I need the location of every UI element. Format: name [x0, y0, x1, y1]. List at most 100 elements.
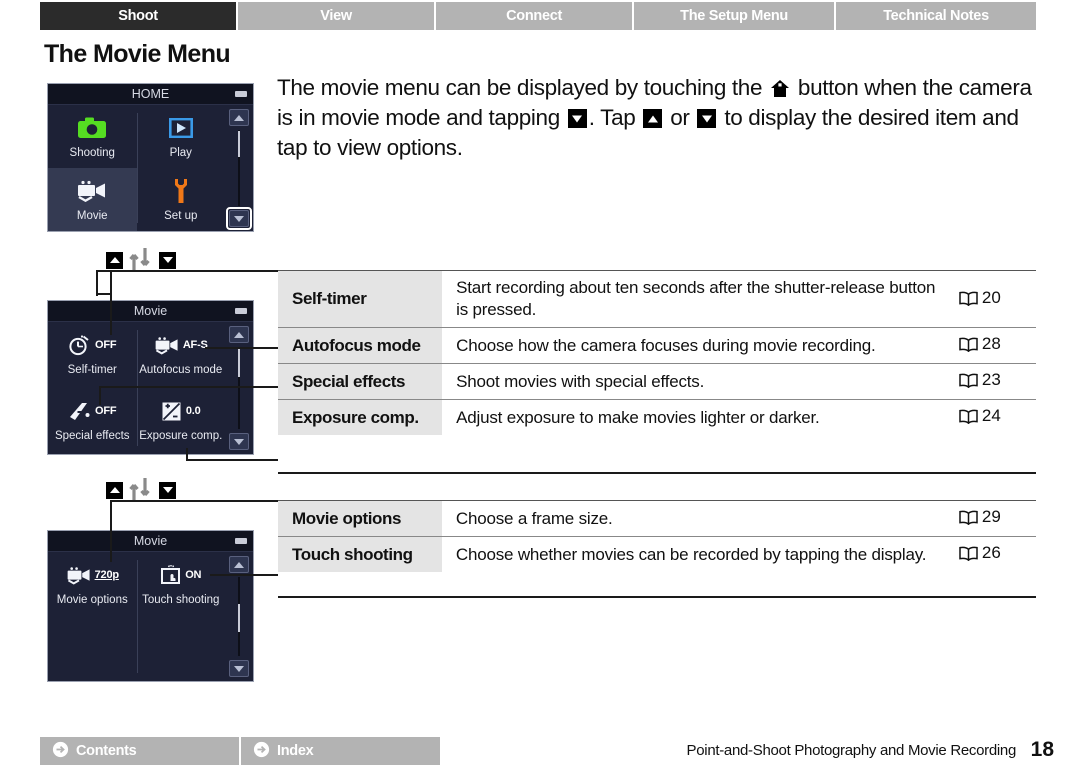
movie1-title: Movie: [133, 304, 168, 318]
home-screen-grid: Shooting Play Movie Set up: [48, 105, 225, 231]
row-page-ref[interactable]: 24: [959, 400, 1036, 436]
home-screen-title: HOME: [131, 87, 170, 101]
home-scrollbar[interactable]: [225, 105, 253, 231]
row-page-ref[interactable]: 20: [959, 271, 1036, 328]
movie1-scrollbar[interactable]: [225, 322, 253, 454]
scroll-up-button[interactable]: [229, 326, 249, 343]
row-page-ref[interactable]: 23: [959, 364, 1036, 400]
leader-line: [186, 459, 278, 461]
movie2-title: Movie: [133, 534, 168, 548]
battery-icon: [235, 91, 247, 97]
tab-the-setup-menu[interactable]: The Setup Menu: [634, 2, 835, 30]
page-title: The Movie Menu: [44, 40, 231, 68]
movie2-scrollbar[interactable]: [225, 552, 253, 681]
home-item-movie[interactable]: Movie: [48, 168, 137, 231]
book-icon: [959, 291, 978, 311]
up-button-icon: [106, 481, 123, 499]
scroll-thumb[interactable]: [238, 131, 240, 157]
table-row: Touch shooting Choose whether movies can…: [278, 536, 1036, 573]
scroll-thumb[interactable]: [238, 604, 240, 632]
row-name: Exposure comp.: [278, 399, 443, 435]
movie2-title-bar: Movie: [48, 531, 253, 552]
tab-label: The Setup Menu: [680, 8, 788, 24]
triangle-down-icon: [234, 665, 244, 672]
row-name: Touch shooting: [278, 536, 442, 572]
camera-icon: [77, 113, 107, 143]
movie1-body: OFF Self-timer AF-S Autofocus mode OFF S…: [48, 322, 253, 454]
movie1-item-label: Exposure comp.: [139, 430, 223, 442]
contents-label: Contents: [76, 743, 137, 759]
down-button-icon: [697, 109, 717, 128]
effects-icon: OFF: [68, 396, 117, 426]
home-screen-body: Shooting Play Movie Set up: [48, 105, 253, 231]
tab-shoot[interactable]: Shoot: [40, 2, 237, 30]
row-page-ref[interactable]: 26: [959, 537, 1036, 573]
tab-label: Technical Notes: [883, 8, 989, 24]
tab-technical-notes[interactable]: Technical Notes: [836, 2, 1036, 30]
tab-label: Shoot: [118, 8, 158, 24]
movie1-item-exposure-comp[interactable]: 0.0 Exposure comp.: [137, 388, 226, 454]
battery-icon: [235, 538, 247, 544]
row-description: Choose how the camera focuses during mov…: [456, 335, 876, 355]
scroll-up-button[interactable]: [229, 556, 249, 573]
row-page-number: 28: [981, 334, 1001, 353]
movie1-item-autofocus-mode[interactable]: AF-S Autofocus mode: [137, 322, 226, 388]
scroll-up-button[interactable]: [229, 109, 249, 126]
tab-connect[interactable]: Connect: [436, 2, 633, 30]
home-item-label: Shooting: [69, 147, 115, 159]
down-button-icon: [567, 109, 587, 128]
arrow-circle-icon: [253, 741, 270, 762]
exposure-icon: 0.0: [161, 396, 201, 426]
movie1-item-label: Special effects: [54, 430, 130, 442]
tab-bar: Shoot View Connect The Setup Menu Techni…: [40, 2, 1036, 30]
table-row: Movie options Choose a frame size. 29: [278, 500, 1036, 537]
row-name: Movie options: [278, 500, 442, 537]
row-page-ref[interactable]: 29: [959, 501, 1036, 537]
row-description: Shoot movies with special effects.: [456, 371, 705, 391]
tab-label: View: [320, 8, 352, 24]
leader-line: [96, 270, 278, 272]
movie-camera-icon: 720p: [66, 560, 119, 590]
home-item-label: Set up: [164, 210, 198, 222]
home-screen: HOME Shooting Play Movie Set up: [47, 83, 254, 232]
leader-line: [99, 386, 101, 405]
movie1-title-bar: Movie: [48, 301, 253, 322]
movie1-item-special-effects[interactable]: OFF Special effects: [48, 388, 137, 454]
movie1-item-label: Self-timer: [67, 364, 117, 376]
touch-icon: ON: [160, 560, 201, 590]
row-page-number: 23: [981, 370, 1001, 389]
footer-buttons: Contents Index: [40, 737, 440, 765]
movie2-item-value: 720p: [94, 569, 119, 581]
home-screen-title-bar: HOME: [48, 84, 253, 105]
battery-icon: [235, 308, 247, 314]
row-page-number: 26: [981, 543, 1001, 562]
movie2-item-touch-shooting[interactable]: ON Touch shooting: [137, 552, 226, 681]
home-item-play[interactable]: Play: [137, 105, 226, 168]
movie2-body: 720p Movie options ON Touch shooting: [48, 552, 253, 681]
home-item-label: Movie: [76, 210, 108, 222]
row-page-ref[interactable]: 28: [959, 328, 1036, 364]
movie-menu-table-1: Self-timer Start recording about ten sec…: [278, 270, 1036, 435]
scroll-down-button[interactable]: [229, 660, 249, 677]
triangle-up-icon: [234, 331, 244, 338]
table-row: Exposure comp. Adjust exposure to make m…: [278, 399, 1036, 436]
contents-button[interactable]: Contents: [40, 737, 239, 765]
scroll-thumb[interactable]: [238, 349, 240, 377]
up-button-icon: [643, 109, 663, 128]
intro-text-3: . Tap: [588, 105, 642, 130]
row-name: Autofocus mode: [278, 327, 443, 364]
leader-line: [96, 293, 112, 295]
row-name: Self-timer: [278, 270, 443, 328]
intro-text-1: The movie menu can be displayed by touch…: [277, 75, 769, 100]
index-button[interactable]: Index: [241, 737, 440, 765]
book-icon: [959, 409, 978, 429]
home-item-shooting[interactable]: Shooting: [48, 105, 137, 168]
leader-line: [110, 500, 278, 502]
movie2-item-movie-options[interactable]: 720p Movie options: [48, 552, 137, 681]
movie1-item-value: 0.0: [185, 405, 201, 417]
tab-view[interactable]: View: [238, 2, 435, 30]
home-item-setup[interactable]: Set up: [137, 168, 226, 231]
home-button-icon: [770, 76, 790, 97]
movie1-item-self-timer[interactable]: OFF Self-timer: [48, 322, 137, 388]
scroll-down-button[interactable]: [229, 433, 249, 450]
